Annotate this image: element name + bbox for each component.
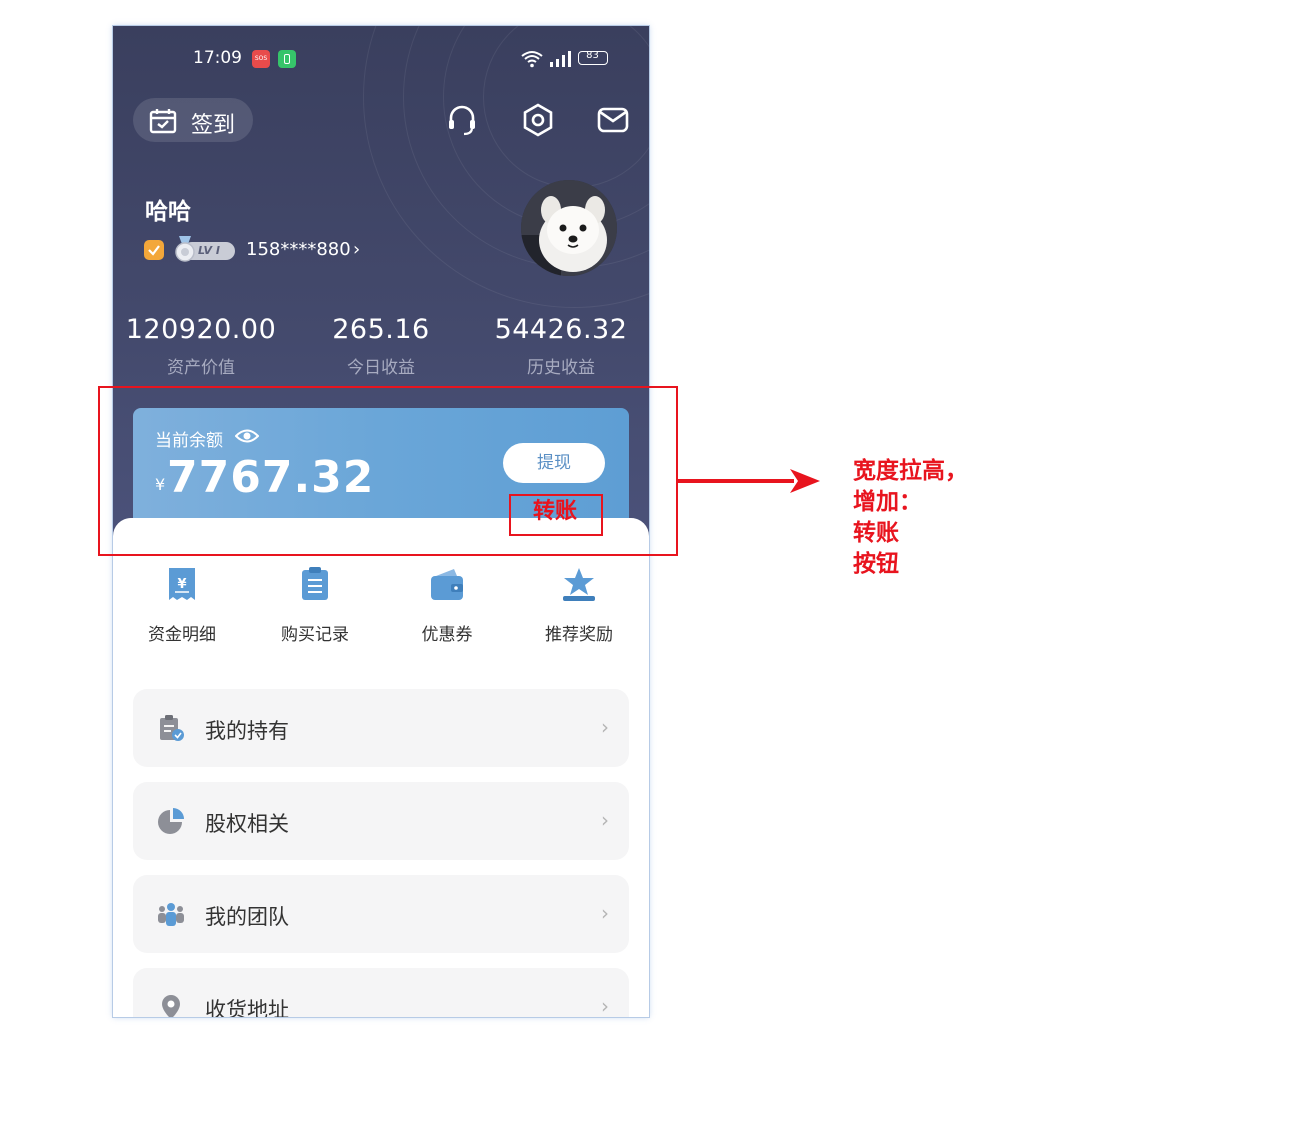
annotation-transfer-box — [509, 494, 603, 536]
app-notify-icon — [278, 50, 296, 68]
stat-value: 54426.32 — [494, 314, 628, 345]
svg-text:¥: ¥ — [177, 577, 186, 592]
wallet-icon — [431, 569, 463, 600]
quick-link-label: 推荐奖励 — [545, 625, 613, 645]
quick-link-label: 购买记录 — [281, 625, 349, 645]
settings-hexagon-icon[interactable] — [520, 102, 556, 138]
annotation-arrow-icon — [678, 469, 820, 493]
menu-item-label: 收货地址 — [205, 998, 289, 1017]
stat-label: 今日收益 — [347, 358, 415, 378]
verified-badge-icon — [144, 240, 164, 260]
wifi-icon — [521, 51, 543, 68]
annotation-line: 宽度拉高， — [853, 458, 968, 484]
receipt-yen-icon: ¥ — [169, 568, 195, 600]
user-name: 哈哈 — [145, 199, 191, 225]
calendar-check-icon — [149, 109, 177, 134]
pie-chart-icon — [158, 808, 184, 834]
menu-item-my-holdings[interactable]: 我的持有 › — [133, 689, 629, 767]
menu-item-label: 股权相关 — [205, 812, 289, 836]
stat-label: 历史收益 — [527, 358, 595, 378]
menu-sheet: ¥ 资金明细 购买记录 优惠券 推荐奖励 我的持有 › 股权相关 › 我的团队 … — [113, 518, 649, 1017]
stat-today-income: 265.16 今日收益 — [303, 314, 459, 378]
menu-item-label: 我的团队 — [205, 905, 289, 929]
stat-value: 120920.00 — [125, 314, 277, 345]
quick-link-referral-rewards[interactable]: 推荐奖励 — [519, 566, 639, 645]
stat-asset-value: 120920.00 资产价值 — [123, 314, 279, 378]
chevron-right-icon: › — [601, 715, 609, 739]
quick-link-coupons[interactable]: 优惠券 — [387, 566, 507, 645]
quick-link-label: 资金明细 — [148, 625, 216, 645]
stat-label: 资产价值 — [167, 358, 235, 378]
stat-value: 265.16 — [332, 314, 430, 345]
location-pin-icon — [162, 995, 180, 1017]
chevron-right-icon: › — [601, 808, 609, 832]
chevron-right-icon[interactable]: › — [353, 239, 360, 260]
annotation-line: 转账 — [853, 520, 899, 546]
message-icon[interactable] — [595, 102, 631, 138]
stat-history-income: 54426.32 历史收益 — [483, 314, 639, 378]
status-time: 17:09 — [193, 48, 242, 68]
clipboard-icon — [302, 567, 328, 600]
annotation-line: 按钮 — [853, 551, 899, 577]
menu-item-label: 我的持有 — [205, 719, 289, 743]
chevron-right-icon: › — [601, 994, 609, 1017]
quick-link-fund-details[interactable]: ¥ 资金明细 — [122, 566, 242, 645]
menu-item-equity[interactable]: 股权相关 › — [133, 782, 629, 860]
battery-icon: 83 — [578, 50, 608, 65]
holdings-icon — [160, 715, 184, 741]
chevron-right-icon: › — [601, 901, 609, 925]
user-phone[interactable]: 158****880 — [246, 239, 351, 260]
sos-icon: SOS — [252, 50, 270, 68]
menu-item-shipping-address[interactable]: 收货地址 › — [133, 968, 629, 1017]
quick-link-purchase-records[interactable]: 购买记录 — [255, 566, 375, 645]
checkin-button[interactable]: 签到 — [133, 98, 253, 142]
avatar[interactable] — [521, 180, 617, 276]
medal-icon — [175, 236, 195, 262]
star-award-icon — [563, 568, 595, 601]
headset-icon[interactable] — [444, 102, 480, 138]
signal-icon — [550, 51, 571, 67]
menu-item-my-team[interactable]: 我的团队 › — [133, 875, 629, 953]
dog-avatar-image — [521, 180, 617, 276]
annotation-note: 宽度拉高， 增加： 转账 按钮 — [853, 456, 968, 580]
team-icon — [158, 903, 184, 926]
checkin-label: 签到 — [191, 113, 236, 138]
quick-link-label: 优惠券 — [421, 625, 473, 645]
annotation-line: 增加： — [853, 489, 922, 515]
